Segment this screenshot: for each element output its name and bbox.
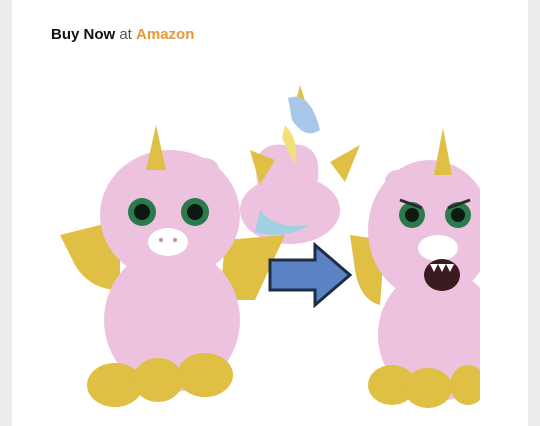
buy-now-line: Buy Now at Amazon <box>51 26 194 43</box>
plush-calm <box>60 125 285 407</box>
at-label: at <box>119 26 132 43</box>
amazon-link[interactable]: Amazon <box>136 26 194 43</box>
plush-illustration <box>60 85 480 408</box>
product-image <box>60 70 480 410</box>
plush-scary <box>350 128 480 408</box>
transform-arrow-icon <box>268 241 353 309</box>
content-card: Buy Now at Amazon <box>12 0 528 426</box>
plush-back-view <box>240 85 360 244</box>
buy-now-label: Buy Now <box>51 26 116 43</box>
